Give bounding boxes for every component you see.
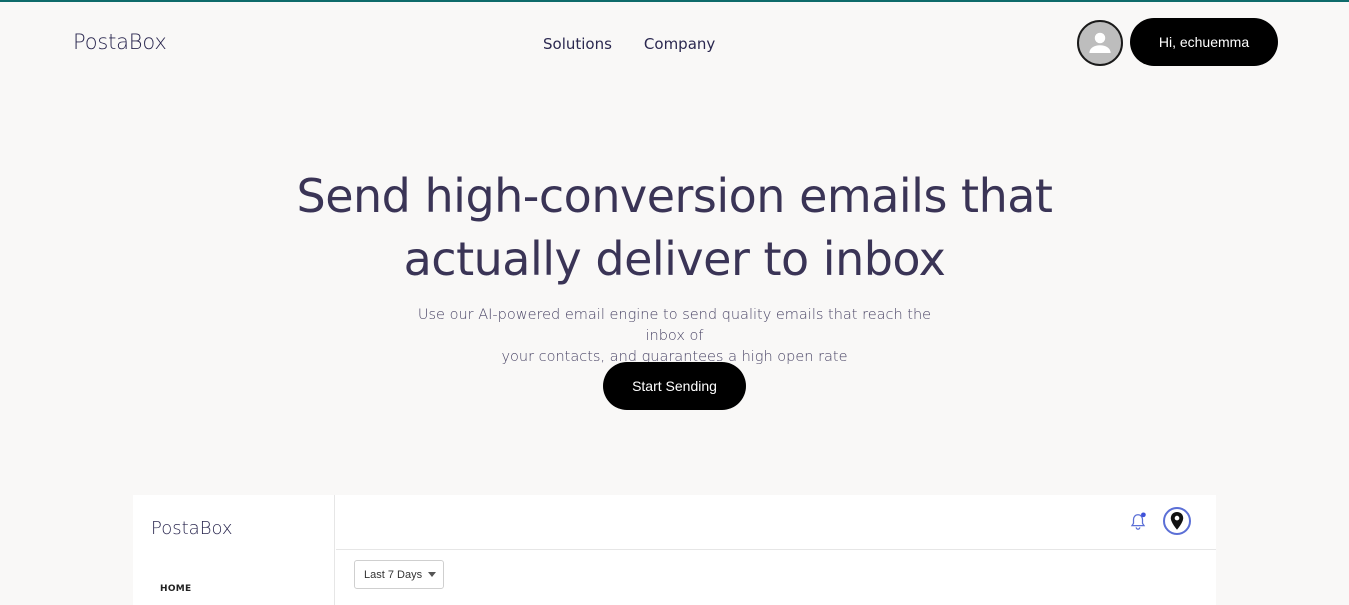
hero-title: Send high-conversion emails that actuall… (0, 165, 1349, 291)
start-sending-button[interactable]: Start Sending (603, 362, 746, 410)
brand-logo[interactable]: PostaBox (73, 30, 167, 54)
nav-company[interactable]: Company (644, 35, 715, 53)
hero-title-line1: Send high-conversion emails that (296, 169, 1053, 223)
user-avatar-icon (1089, 32, 1111, 53)
preview-brand-logo: PostaBox (151, 518, 233, 539)
date-range-select[interactable]: Last 7 Days (354, 560, 444, 589)
preview-sidebar: PostaBox HOME (133, 495, 335, 605)
date-range-value: Last 7 Days (364, 568, 423, 581)
site-header: PostaBox Solutions Company Hi, echuemma (0, 2, 1349, 82)
main-nav: Solutions Company (543, 35, 715, 53)
hero-title-line2: actually deliver to inbox (403, 232, 946, 286)
hero-subtitle-line1: Use our AI-powered email engine to send … (417, 307, 932, 344)
caret-down-icon (428, 572, 437, 577)
map-pin-icon (1170, 512, 1184, 530)
bell-icon[interactable] (1129, 512, 1147, 532)
user-greeting-button[interactable]: Hi, echuemma (1130, 18, 1278, 66)
hero-subtitle: Use our AI-powered email engine to send … (400, 305, 949, 368)
dashboard-preview: PostaBox HOME Last 7 Days (133, 495, 1216, 605)
user-avatar[interactable] (1077, 20, 1123, 66)
map-pin-button[interactable] (1163, 507, 1191, 535)
preview-topbar (336, 495, 1216, 550)
nav-solutions[interactable]: Solutions (543, 35, 612, 53)
